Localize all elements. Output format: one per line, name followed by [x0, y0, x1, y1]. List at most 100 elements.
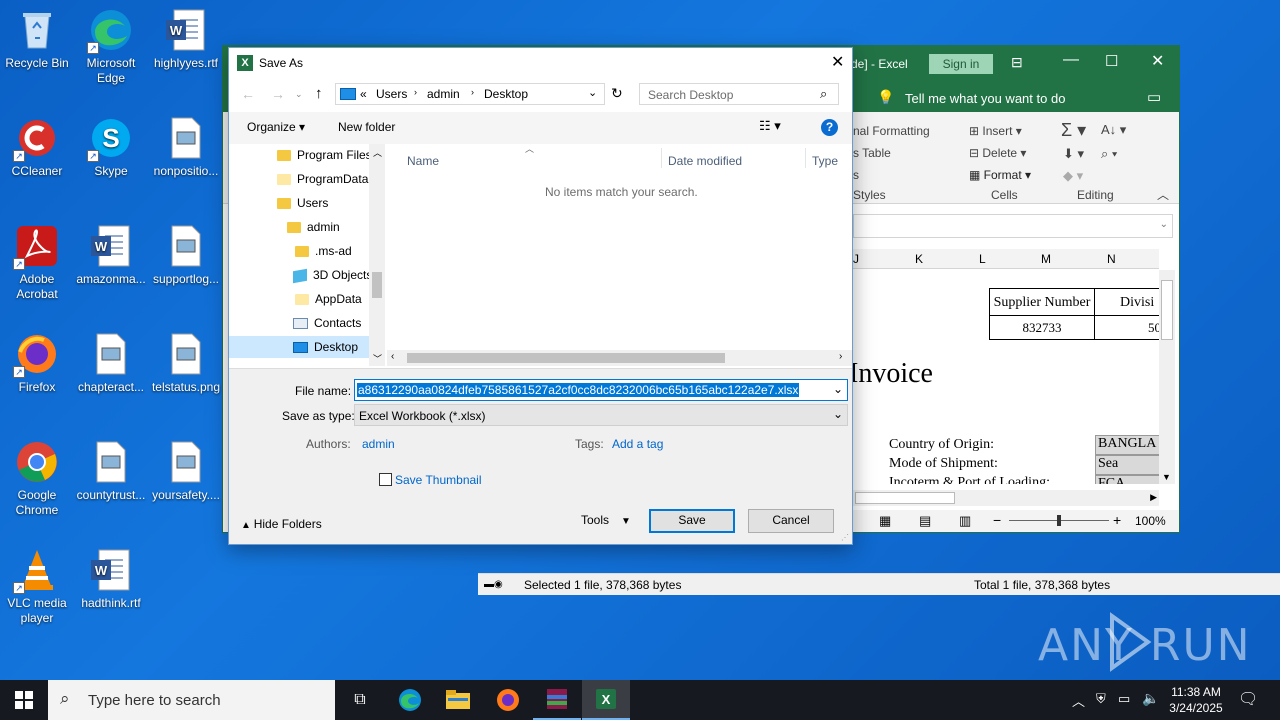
horizontal-scrollbar[interactable]: ▶	[853, 490, 1159, 506]
ribbon-display-options-icon[interactable]: ⊟	[1011, 54, 1023, 71]
normal-view-icon[interactable]: ▦	[879, 513, 891, 529]
maximize-icon[interactable]: ☐	[1105, 52, 1118, 70]
column-header-n[interactable]: N	[1107, 252, 1116, 266]
tree-item-contacts[interactable]: Contacts	[293, 312, 361, 334]
desktop-icon-microsoft-edge[interactable]: ↗ Microsoft Edge	[75, 8, 147, 86]
fill-icon[interactable]: ⬇ ▾	[1063, 146, 1084, 162]
insert-cells-button[interactable]: ⊞ Insert ▾	[969, 124, 1022, 138]
desktop-icon-skype[interactable]: S ↗ Skype	[75, 116, 147, 179]
file-name-input[interactable]: a86312290aa0824dfeb7585861527a2cf0cc8dc8…	[354, 379, 848, 401]
desktop-icon-supportlog[interactable]: supportlog...	[150, 224, 222, 287]
breadcrumb-desktop[interactable]: Desktop	[484, 87, 528, 101]
formula-bar[interactable]: ⌄	[853, 214, 1173, 238]
help-icon[interactable]: ?	[821, 119, 838, 136]
tree-item-admin[interactable]: admin	[287, 216, 340, 238]
view-options-icon[interactable]: ☷ ▾	[759, 118, 781, 134]
notifications-icon[interactable]: 🗨	[1238, 689, 1258, 709]
desktop-icon-vlc[interactable]: ↗ VLC media player	[1, 548, 73, 626]
desktop-icon-amazonma[interactable]: W amazonma...	[75, 224, 147, 287]
tree-item-desktop[interactable]: Desktop	[229, 336, 369, 358]
scroll-down-icon[interactable]: ▼	[1162, 472, 1171, 482]
breadcrumb-prefix[interactable]: «	[360, 87, 367, 101]
scroll-thumb[interactable]	[1161, 280, 1173, 340]
organize-button[interactable]: Organize ▾	[247, 120, 305, 134]
breadcrumb-users[interactable]: Users	[376, 87, 407, 101]
tree-item-users[interactable]: Users	[277, 192, 328, 214]
taskbar-file-explorer[interactable]	[434, 680, 482, 720]
refresh-icon[interactable]: ↻	[611, 85, 623, 102]
hscroll-left-icon[interactable]: ‹	[391, 351, 394, 362]
minimize-icon[interactable]: —	[1063, 51, 1079, 69]
desktop-icon-telstatus[interactable]: telstatus.png	[150, 332, 222, 395]
volume-icon[interactable]: 🔈	[1142, 690, 1159, 707]
breadcrumb-admin[interactable]: admin	[427, 87, 460, 101]
page-break-icon[interactable]: ▥	[959, 513, 971, 529]
desktop-icon-highlyyes[interactable]: W highlyyes.rtf	[150, 8, 222, 71]
h-scroll-thumb[interactable]	[855, 492, 955, 504]
save-as-type-select[interactable]: Excel Workbook (*.xlsx) ⌄	[354, 404, 848, 426]
start-button[interactable]	[0, 680, 48, 720]
delete-cells-button[interactable]: ⊟ Delete ▾	[969, 146, 1026, 160]
comments-icon[interactable]: ▭	[1147, 88, 1161, 106]
column-header-k[interactable]: K	[915, 252, 923, 266]
sign-in-button[interactable]: Sign in	[929, 54, 993, 74]
find-select-icon[interactable]: ⌕ ▾	[1101, 146, 1117, 162]
format-cells-button[interactable]: ▦ Format ▾	[969, 168, 1031, 182]
file-name-dropdown-icon[interactable]: ⌄	[833, 382, 843, 396]
desktop-icon-adobe-acrobat[interactable]: ↗ Adobe Acrobat	[1, 224, 73, 302]
save-button[interactable]: Save	[649, 509, 735, 533]
column-header-j[interactable]: J	[853, 252, 859, 266]
authors-value[interactable]: admin	[362, 437, 395, 451]
sort-filter-icon[interactable]: A↓ ▾	[1101, 122, 1126, 138]
desktop-icon-chapteract[interactable]: chapteract...	[75, 332, 147, 395]
taskbar-search-box[interactable]: ⌕ Type here to search	[48, 680, 335, 720]
tree-item-program-files[interactable]: Program Files	[277, 144, 372, 166]
breadcrumb-separator-icon[interactable]: ›	[471, 87, 474, 97]
desktop-icon-nonpositio[interactable]: nonpositio...	[150, 116, 222, 179]
zoom-slider-thumb[interactable]	[1057, 515, 1061, 526]
breadcrumb-separator-icon[interactable]: ›	[414, 87, 417, 97]
zoom-level[interactable]: 100%	[1135, 514, 1166, 528]
desktop-icon-yoursafety[interactable]: yoursafety....	[150, 440, 222, 503]
desktop-icon-countytrust[interactable]: countytrust...	[75, 440, 147, 503]
search-box[interactable]: Search Desktop ⌕	[639, 83, 839, 105]
network-icon[interactable]: ▭	[1118, 691, 1130, 707]
vertical-scrollbar[interactable]: ▼	[1159, 270, 1175, 484]
resize-grip-icon[interactable]: ⋰	[841, 533, 849, 542]
desktop-icon-hadthink[interactable]: W hadthink.rtf	[75, 548, 147, 611]
task-view-button[interactable]: ⧉	[336, 680, 384, 720]
new-folder-button[interactable]: New folder	[338, 120, 395, 134]
save-thumbnail-label[interactable]: Save Thumbnail	[395, 473, 482, 487]
tree-item-appdata[interactable]: AppData	[295, 288, 362, 310]
desktop-icon-recycle-bin[interactable]: Recycle Bin	[1, 8, 73, 71]
address-dropdown-icon[interactable]: ⌄	[588, 86, 597, 99]
formula-expand-icon[interactable]: ⌄	[1160, 219, 1168, 230]
cancel-button[interactable]: Cancel	[748, 509, 834, 533]
show-hidden-icons[interactable]: ︿	[1072, 691, 1085, 710]
back-arrow-icon[interactable]: ←	[241, 86, 255, 102]
cell-styles-button[interactable]: s	[853, 168, 859, 182]
format-as-table-button[interactable]: s Table	[853, 146, 891, 160]
autosum-icon[interactable]: Σ ▾	[1061, 120, 1086, 141]
recent-locations-icon[interactable]: ⌄	[295, 89, 303, 100]
tree-item-ms-ad[interactable]: .ms-ad	[295, 240, 352, 262]
tree-scroll-down-icon[interactable]: ﹀	[373, 352, 382, 365]
dialog-close-icon[interactable]: ✕	[831, 52, 844, 72]
tree-scroll-thumb[interactable]	[372, 272, 382, 298]
forward-arrow-icon[interactable]: →	[271, 86, 285, 102]
desktop-icon-firefox[interactable]: ↗ Firefox	[1, 332, 73, 395]
column-header-date[interactable]: Date modified	[668, 154, 742, 168]
scroll-right-icon[interactable]: ▶	[1150, 492, 1157, 503]
up-arrow-icon[interactable]: ↑	[315, 85, 323, 102]
hscroll-thumb[interactable]	[407, 353, 725, 363]
tree-scroll-up-icon[interactable]: ︿	[373, 146, 382, 159]
taskbar-excel[interactable]: X	[582, 680, 630, 720]
save-type-dropdown-icon[interactable]: ⌄	[833, 407, 843, 421]
security-tray-icon[interactable]: ⛨	[1096, 691, 1106, 707]
tree-scrollbar[interactable]: ︿ ﹀	[369, 144, 385, 366]
hide-folders-button[interactable]: ▲ Hide Folders	[241, 517, 322, 531]
tell-me-input[interactable]: Tell me what you want to do	[905, 91, 1065, 106]
taskbar-edge[interactable]	[386, 680, 434, 720]
clock[interactable]: 11:38 AM 3/24/2025	[1164, 684, 1228, 716]
conditional-formatting-button[interactable]: nal Formatting	[853, 124, 930, 138]
